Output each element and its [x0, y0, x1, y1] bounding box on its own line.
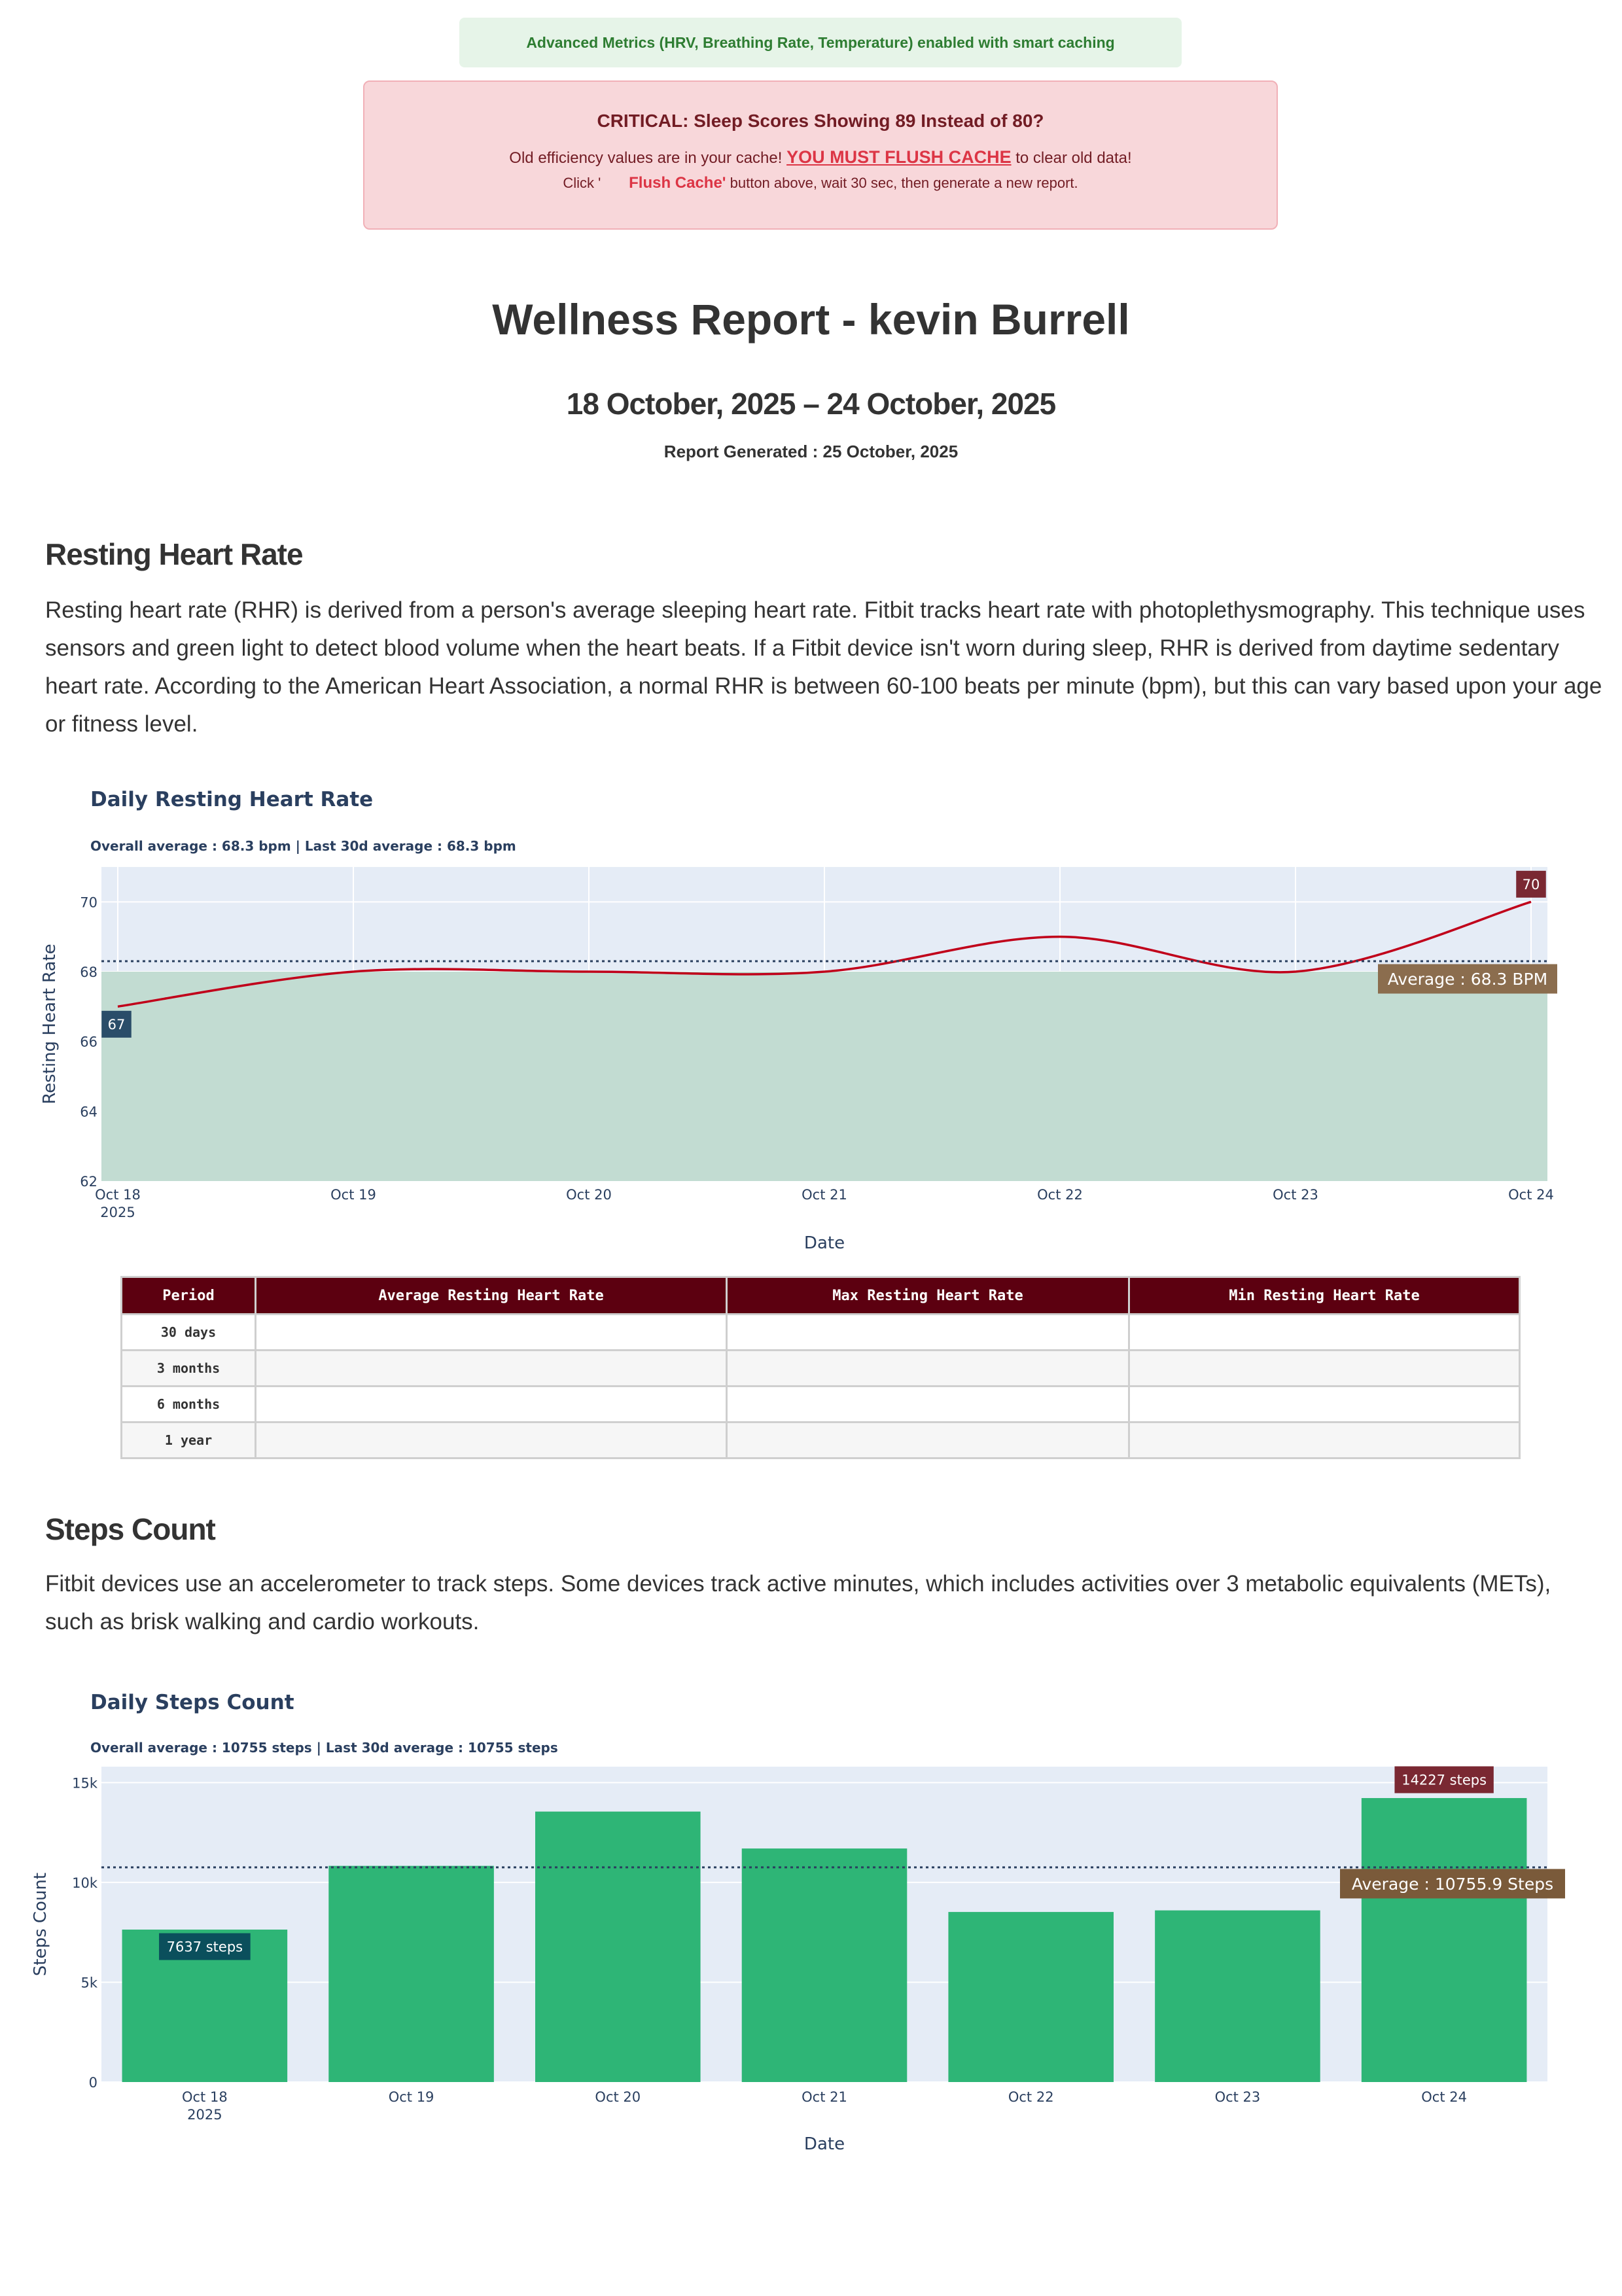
rhr-summary-table: Period Average Resting Heart Rate Max Re… [120, 1276, 1521, 1459]
rhr-heading: Resting Heart Rate [45, 537, 304, 571]
x-tick-label: Oct 20 [595, 2089, 641, 2105]
chart-title: Daily Resting Heart Rate [90, 788, 373, 811]
avg-cell [255, 1313, 728, 1351]
x-axis-label: Date [804, 2134, 845, 2154]
flush-cache-button-ref: Flush Cache' [629, 174, 726, 192]
average-label: Average : 10755.9 Steps [1352, 1875, 1553, 1894]
x-tick-label: Oct 21 [802, 2089, 847, 2105]
critical-line-1: Old efficiency values are in your cache!… [364, 147, 1277, 168]
x-tick-label: Oct 24 [1421, 2089, 1467, 2105]
chart-title: Daily Steps Count [90, 1691, 294, 1714]
max-cell [726, 1313, 1130, 1351]
critical-line-2: Click ' Flush Cache' button above, wait … [364, 174, 1277, 192]
max-label: 70 [1523, 877, 1540, 892]
flush-cache-link[interactable]: YOU MUST FLUSH CACHE [786, 147, 1012, 167]
steps-bar [741, 1848, 908, 2082]
max-cell [726, 1385, 1130, 1423]
area-fill [101, 972, 1547, 1181]
y-tick-label: 68 [80, 964, 97, 980]
header-avg: Average Resting Heart Rate [255, 1276, 728, 1315]
report-generated: Report Generated : 25 October, 2025 [663, 442, 959, 461]
table-row: 1 year [120, 1421, 1521, 1459]
table-row: 6 months [120, 1385, 1521, 1423]
steps-bar [948, 1912, 1114, 2082]
x-tick-label: Oct 20 [566, 1187, 612, 1203]
chart-subtitle: Overall average : 10755 steps | Last 30d… [90, 1740, 558, 1756]
y-tick-label: 66 [80, 1034, 97, 1050]
avg-cell [255, 1385, 728, 1423]
min-label: 67 [108, 1017, 126, 1033]
min-cell [1128, 1421, 1521, 1459]
critical-line-2-after: button above, wait 30 sec, then generate… [726, 175, 1078, 191]
steps-bar [1155, 1910, 1320, 2082]
min-cell [1128, 1349, 1521, 1387]
period-cell: 3 months [120, 1349, 256, 1387]
steps-description: Fitbit devices use an accelerometer to t… [45, 1571, 1551, 1634]
header-max: Max Resting Heart Rate [726, 1276, 1130, 1315]
period-cell: 6 months [120, 1385, 256, 1423]
x-axis-label: Date [804, 1233, 845, 1253]
avg-cell [255, 1421, 728, 1459]
x-tick-label: Oct 22 [1008, 2089, 1054, 2105]
rhr-description: Resting heart rate (RHR) is derived from… [45, 597, 1602, 737]
period-cell: 30 days [120, 1313, 256, 1351]
min-cell [1128, 1313, 1521, 1351]
max-cell [726, 1349, 1130, 1387]
x-tick-label: Oct 21 [802, 1187, 847, 1203]
x-tick-label: Oct 18 [182, 2089, 228, 2105]
max-label: 14227 steps [1402, 1773, 1487, 1788]
y-tick-label: 10k [72, 1875, 98, 1891]
y-tick-label: 70 [80, 894, 97, 910]
steps-chart: Daily Steps Count Overall average : 10755… [31, 1691, 1565, 2154]
y-axis-label: Steps Count [31, 1873, 50, 1976]
critical-line-2-before: Click ' [563, 175, 601, 191]
page-title: Wellness Report - kevin Burrell [492, 295, 1130, 344]
average-label: Average : 68.3 BPM [1388, 970, 1547, 989]
table-row: 3 months [120, 1349, 1521, 1387]
min-cell [1128, 1385, 1521, 1423]
advanced-metrics-notice: Advanced Metrics (HRV, Breathing Rate, T… [459, 18, 1182, 67]
header-min: Min Resting Heart Rate [1128, 1276, 1521, 1315]
y-tick-label: 0 [89, 2075, 97, 2091]
x-tick-label: Oct 23 [1215, 2089, 1261, 2105]
header-period: Period [120, 1276, 256, 1315]
critical-alert: CRITICAL: Sleep Scores Showing 89 Instea… [363, 80, 1278, 230]
y-tick-label: 5k [80, 1975, 97, 1990]
table-header-row: Period Average Resting Heart Rate Max Re… [120, 1276, 1521, 1315]
steps-bar [1361, 1797, 1527, 2082]
x-tick-label: Oct 22 [1037, 1187, 1083, 1203]
steps-bar [328, 1865, 494, 2082]
x-year-label: 2025 [100, 1205, 135, 1220]
table-row: 30 days [120, 1313, 1521, 1351]
critical-title: CRITICAL: Sleep Scores Showing 89 Instea… [597, 111, 1044, 131]
avg-cell [255, 1349, 728, 1387]
steps-heading: Steps Count [45, 1512, 216, 1546]
max-cell [726, 1421, 1130, 1459]
y-tick-label: 64 [80, 1104, 97, 1120]
notice-text: Advanced Metrics (HRV, Breathing Rate, T… [526, 33, 1115, 51]
x-tick-label: Oct 19 [389, 2089, 434, 2105]
y-axis-label: Resting Heart Rate [40, 944, 60, 1104]
x-tick-label: Oct 19 [330, 1187, 376, 1203]
x-tick-label: Oct 18 [95, 1187, 141, 1203]
rhr-chart: Daily Resting Heart Rate Overall average … [40, 788, 1557, 1253]
date-range: 18 October, 2025 – 24 October, 2025 [566, 387, 1056, 421]
min-label: 7637 steps [167, 1939, 243, 1955]
y-tick-label: 15k [72, 1775, 98, 1791]
critical-line-1-before: Old efficiency values are in your cache! [509, 149, 787, 167]
x-tick-label: Oct 24 [1508, 1187, 1554, 1203]
period-cell: 1 year [120, 1421, 256, 1459]
steps-bar [535, 1811, 701, 2082]
x-year-label: 2025 [187, 2107, 222, 2123]
chart-subtitle: Overall average : 68.3 bpm | Last 30d av… [90, 838, 516, 854]
critical-line-1-after: to clear old data! [1011, 149, 1132, 167]
x-tick-label: Oct 23 [1273, 1187, 1318, 1203]
